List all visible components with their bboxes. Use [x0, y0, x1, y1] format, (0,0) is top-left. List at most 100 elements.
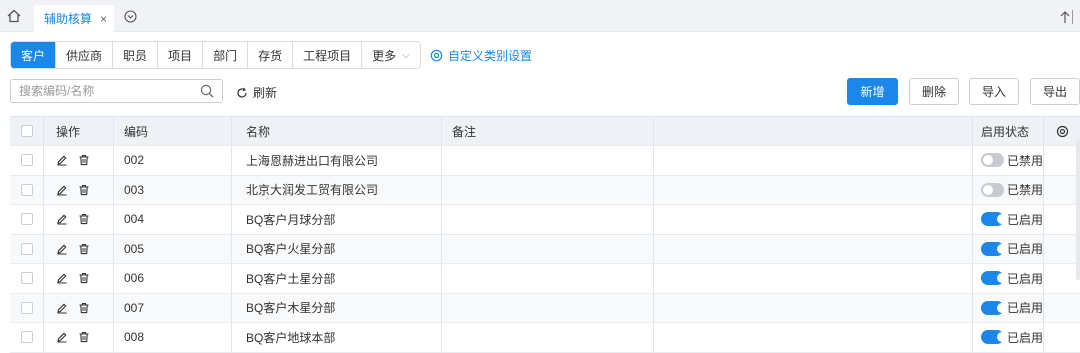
edit-icon[interactable] — [56, 184, 68, 196]
status-text: 已禁用 — [1006, 183, 1043, 198]
delete-button[interactable]: 删除 — [909, 78, 959, 105]
category-tab-label: 工程项目 — [303, 48, 352, 63]
row-note — [442, 146, 654, 175]
category-tab-2[interactable]: 职员 — [113, 42, 159, 68]
refresh-icon — [237, 87, 247, 98]
select-all-checkbox[interactable] — [21, 125, 33, 137]
row-checkbox[interactable] — [21, 154, 33, 167]
row-code: 004 — [114, 205, 232, 234]
category-tab-0[interactable]: 客户 — [11, 42, 57, 68]
header-status[interactable]: 启用状态 — [973, 117, 1044, 145]
status-toggle[interactable] — [981, 300, 1007, 315]
search-input[interactable] — [11, 80, 191, 102]
trash-icon[interactable] — [78, 184, 90, 196]
refresh-button[interactable]: 刷新 — [236, 84, 277, 101]
row-checkbox-cell — [10, 323, 44, 352]
row-checkbox[interactable] — [21, 242, 33, 255]
import-button[interactable]: 导入 — [969, 78, 1019, 105]
header-code[interactable]: 编码 — [114, 117, 232, 145]
row-actions — [44, 264, 114, 293]
row-status: 已禁用 — [973, 175, 1044, 204]
arrow-up-icon[interactable] — [1058, 9, 1072, 25]
edit-icon[interactable] — [56, 243, 68, 255]
row-code: 006 — [114, 264, 232, 293]
status-toggle[interactable] — [981, 182, 1004, 197]
trash-icon[interactable] — [78, 302, 90, 314]
status-toggle[interactable] — [981, 241, 1007, 256]
row-actions — [44, 205, 114, 234]
category-tab-6[interactable]: 工程项目 — [293, 42, 363, 68]
trash-icon[interactable] — [78, 154, 90, 166]
row-status: 已启用 — [973, 234, 1044, 263]
table-row[interactable]: 006 BQ客户土星分部 已启用 — [10, 264, 1080, 294]
row-blank — [654, 205, 973, 234]
row-code: 008 — [114, 323, 232, 352]
row-checkbox[interactable] — [21, 272, 33, 285]
edit-icon[interactable] — [56, 272, 68, 284]
search-icon[interactable] — [200, 84, 214, 98]
row-checkbox-cell — [10, 234, 44, 263]
search-box — [10, 79, 223, 103]
table-row[interactable]: 007 BQ客户木星分部 已启用 — [10, 293, 1080, 323]
tab-auxiliary-accounting[interactable]: 辅助核算 × — [34, 5, 114, 32]
status-toggle[interactable] — [981, 330, 1007, 345]
row-note — [442, 175, 654, 204]
home-icon[interactable] — [6, 8, 22, 24]
toggle-knob — [997, 273, 1007, 284]
row-checkbox[interactable] — [21, 301, 33, 314]
edit-icon[interactable] — [56, 331, 68, 343]
refresh-label: 刷新 — [253, 86, 278, 100]
row-note — [442, 205, 654, 234]
edit-icon[interactable] — [56, 302, 68, 314]
row-checkbox-cell — [10, 146, 44, 175]
status-toggle[interactable] — [981, 153, 1004, 168]
row-gear-spacer — [1044, 294, 1080, 323]
table-row[interactable]: 004 BQ客户月球分部 已启用 — [10, 205, 1080, 235]
status-toggle[interactable] — [981, 212, 1007, 227]
status-toggle[interactable] — [981, 271, 1007, 286]
row-note — [442, 234, 654, 263]
row-checkbox-cell — [10, 264, 44, 293]
table-row[interactable]: 003 北京大润发工贸有限公司 已禁用 — [10, 175, 1080, 205]
row-status: 已禁用 — [973, 146, 1044, 175]
row-checkbox[interactable] — [21, 213, 33, 226]
category-tab-3[interactable]: 项目 — [158, 42, 204, 68]
header-note[interactable]: 备注 — [442, 117, 654, 145]
row-checkbox[interactable] — [21, 331, 33, 344]
tab-label: 辅助核算 — [44, 12, 93, 26]
table-row[interactable]: 002 上海恩赫进出口有限公司 已禁用 — [10, 146, 1080, 176]
row-checkbox-cell — [10, 175, 44, 204]
table-row[interactable]: 008 BQ客户地球本部 已启用 — [10, 323, 1080, 353]
row-note — [442, 323, 654, 352]
row-blank — [654, 293, 973, 322]
edit-icon[interactable] — [56, 154, 68, 166]
gear-icon[interactable] — [1056, 125, 1069, 138]
category-tab-4[interactable]: 部门 — [203, 42, 249, 68]
custom-category-label: 自定义类别设置 — [448, 49, 533, 63]
table-row[interactable]: 005 BQ客户火星分部 已启用 — [10, 234, 1080, 264]
category-tab-label: 职员 — [123, 48, 148, 63]
header-name[interactable]: 名称 — [232, 117, 442, 145]
category-tab-7[interactable]: 更多 ⌵ — [362, 42, 420, 68]
trash-icon[interactable] — [78, 243, 90, 255]
close-icon[interactable]: × — [100, 12, 107, 26]
category-tab-1[interactable]: 供应商 — [56, 42, 114, 68]
chevron-down-circle-icon[interactable] — [124, 10, 137, 23]
row-blank — [654, 175, 973, 204]
settings-icon — [430, 49, 443, 62]
add-button[interactable]: 新增 — [847, 78, 898, 105]
export-button[interactable]: 导出 — [1030, 78, 1080, 105]
vertical-scrollbar[interactable] — [1076, 140, 1080, 280]
status-text: 已禁用 — [1006, 153, 1043, 168]
row-checkbox[interactable] — [21, 183, 33, 196]
trash-icon[interactable] — [78, 272, 90, 284]
status-text: 已启用 — [1006, 242, 1043, 257]
row-actions — [44, 146, 114, 175]
trash-icon[interactable] — [78, 213, 90, 225]
category-tab-5[interactable]: 存货 — [248, 42, 294, 68]
trash-icon[interactable] — [78, 331, 90, 343]
custom-category-settings-link[interactable]: 自定义类别设置 — [430, 47, 532, 64]
edit-icon[interactable] — [56, 213, 68, 225]
row-name: 北京大润发工贸有限公司 — [232, 175, 442, 204]
row-status: 已启用 — [973, 323, 1044, 352]
